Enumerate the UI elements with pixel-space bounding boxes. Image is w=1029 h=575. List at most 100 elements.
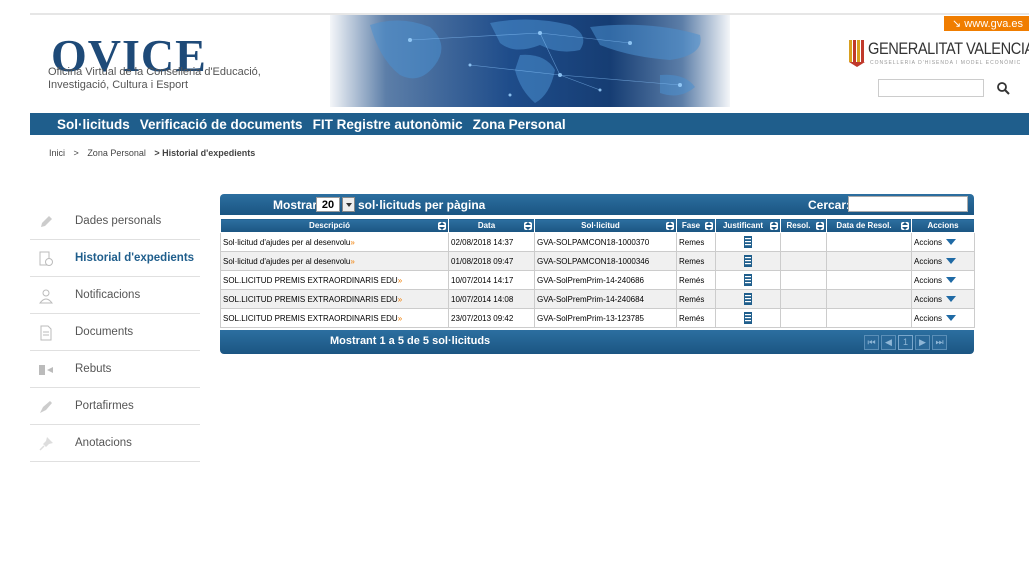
pin-icon: [39, 437, 53, 451]
sort-icon[interactable]: [666, 222, 674, 230]
accions-button[interactable]: Accions: [914, 276, 942, 285]
cell-accions[interactable]: Accions: [911, 232, 975, 252]
cell-justificant[interactable]: [715, 289, 781, 309]
more-icon[interactable]: »: [398, 314, 402, 323]
generalitat-name: GENERALITAT VALENCIANA: [868, 39, 1029, 58]
breadcrumb-zone[interactable]: Zona Personal: [87, 148, 146, 158]
cell-justificant[interactable]: [715, 232, 781, 252]
sort-icon[interactable]: [901, 222, 909, 230]
accions-button[interactable]: Accions: [914, 314, 942, 323]
sidebar-item-label: Rebuts: [75, 363, 112, 375]
table-footer: Mostrant 1 a 5 de 5 sol·licituds ⏮ ◀ 1 ▶…: [220, 330, 974, 354]
accions-button[interactable]: Accions: [914, 238, 942, 247]
document-download-icon[interactable]: [743, 255, 753, 267]
caret-down-icon[interactable]: [946, 258, 957, 265]
previous-page-button[interactable]: ◀: [881, 335, 896, 350]
receipt-icon: [39, 365, 53, 375]
sidebar: Dades personals Historial d'expedients N…: [30, 203, 200, 462]
nav-item-sollicituds[interactable]: Sol·licituds: [57, 117, 130, 132]
table-row[interactable]: SOL.LICITUD PREMIS EXTRAORDINARIS EDU» 23…: [220, 308, 975, 328]
cell-descripcio[interactable]: SOL.LICITUD PREMIS EXTRAORDINARIS EDU»: [220, 270, 449, 290]
sort-icon[interactable]: [438, 222, 446, 230]
cell-accions[interactable]: Accions: [911, 289, 975, 309]
cell-resol: [780, 232, 827, 252]
sidebar-item-rebuts[interactable]: Rebuts: [30, 351, 200, 388]
cell-accions[interactable]: Accions: [911, 308, 975, 328]
gva-link[interactable]: ↘ www.gva.es: [944, 16, 1029, 31]
search-icon[interactable]: [995, 80, 1011, 96]
table-row[interactable]: SOL.LICITUD PREMIS EXTRAORDINARIS EDU» 10…: [220, 289, 975, 309]
page-1-button[interactable]: 1: [898, 335, 913, 350]
sidebar-item-documents[interactable]: Documents: [30, 314, 200, 351]
caret-down-icon[interactable]: [946, 296, 957, 303]
cell-fase: Remés: [676, 308, 716, 328]
cell-descripcio[interactable]: SOL.LICITUD PREMIS EXTRAORDINARIS EDU»: [220, 289, 449, 309]
description-text: SOL.LICITUD PREMIS EXTRAORDINARIS EDU: [223, 275, 398, 285]
column-label: Accions: [927, 221, 959, 230]
nav-item-fit-registre[interactable]: FIT Registre autonòmic: [313, 117, 463, 132]
cell-accions[interactable]: Accions: [911, 270, 975, 290]
nav-item-verificacio[interactable]: Verificació de documents: [140, 117, 303, 132]
column-header-descripcio[interactable]: Descripció: [220, 218, 449, 233]
caret-down-icon[interactable]: [946, 315, 957, 322]
table-info: Mostrant 1 a 5 de 5 sol·licituds: [330, 335, 491, 347]
cell-data: 10/07/2014 14:17: [448, 270, 535, 290]
column-header-data[interactable]: Data: [448, 218, 535, 233]
sidebar-item-historial[interactable]: Historial d'expedients: [30, 240, 200, 277]
cell-justificant[interactable]: [715, 251, 781, 271]
document-icon: [40, 325, 52, 341]
caret-down-icon[interactable]: [946, 277, 957, 284]
document-download-icon[interactable]: [743, 236, 753, 248]
cell-descripcio[interactable]: SOL.LICITUD PREMIS EXTRAORDINARIS EDU»: [220, 308, 449, 328]
header-search-input[interactable]: [878, 79, 984, 97]
document-download-icon[interactable]: [743, 274, 753, 286]
sort-icon[interactable]: [705, 222, 713, 230]
caret-down-icon[interactable]: [946, 239, 957, 246]
column-header-justificant[interactable]: Justificant: [715, 218, 781, 233]
generalitat-logo[interactable]: GENERALITAT VALENCIANA CONSELLERIA D'HIS…: [848, 38, 1029, 72]
sort-icon[interactable]: [770, 222, 778, 230]
requests-table-panel: Mostrar 20 sol·licituds per pàgina Cerca…: [220, 194, 975, 357]
column-label: Justificant: [722, 221, 763, 230]
column-header-resol[interactable]: Resol.: [780, 218, 827, 233]
cell-descripcio[interactable]: Sol·licitud d'ajudes per al desenvolu»: [220, 232, 449, 252]
sort-desc-icon[interactable]: [524, 222, 532, 230]
document-download-icon[interactable]: [743, 293, 753, 305]
table-row[interactable]: SOL.LICITUD PREMIS EXTRAORDINARIS EDU» 10…: [220, 270, 975, 290]
more-icon[interactable]: »: [350, 257, 354, 266]
next-page-button[interactable]: ▶: [915, 335, 930, 350]
cell-sollicitud: GVA-SOLPAMCON18-1000346: [534, 251, 677, 271]
sidebar-item-dades-personals[interactable]: Dades personals: [30, 203, 200, 240]
cell-justificant[interactable]: [715, 270, 781, 290]
cell-data-resol: [826, 308, 912, 328]
accions-button[interactable]: Accions: [914, 257, 942, 266]
sidebar-item-anotacions[interactable]: Anotacions: [30, 425, 200, 462]
description-text: Sol·licitud d'ajudes per al desenvolu: [223, 256, 351, 266]
cell-sollicitud: GVA-SolPremPrim-14-240686: [534, 270, 677, 290]
page-length-select[interactable]: 20: [316, 197, 340, 212]
more-icon[interactable]: »: [398, 295, 402, 304]
table-row[interactable]: Sol·licitud d'ajudes per al desenvolu» 02…: [220, 232, 975, 252]
cell-justificant[interactable]: [715, 308, 781, 328]
cell-fase: Remés: [676, 289, 716, 309]
cell-accions[interactable]: Accions: [911, 251, 975, 271]
column-header-data-resol[interactable]: Data de Resol.: [826, 218, 912, 233]
table-row[interactable]: Sol·licitud d'ajudes per al desenvolu» 01…: [220, 251, 975, 271]
sort-icon[interactable]: [816, 222, 824, 230]
accions-button[interactable]: Accions: [914, 295, 942, 304]
nav-item-zona-personal[interactable]: Zona Personal: [473, 117, 566, 132]
document-download-icon[interactable]: [743, 312, 753, 324]
last-page-button[interactable]: ⏭: [932, 335, 947, 350]
column-header-sollicitud[interactable]: Sol·licitud: [534, 218, 677, 233]
breadcrumb-home[interactable]: Inici: [49, 148, 65, 158]
table-search-input[interactable]: [848, 196, 968, 212]
cell-descripcio[interactable]: Sol·licitud d'ajudes per al desenvolu»: [220, 251, 449, 271]
first-page-button[interactable]: ⏮: [864, 335, 879, 350]
more-icon[interactable]: »: [350, 238, 354, 247]
more-icon[interactable]: »: [398, 276, 402, 285]
chevron-down-icon[interactable]: [342, 197, 355, 212]
sidebar-item-portafirmes[interactable]: Portafirmes: [30, 388, 200, 425]
column-header-fase[interactable]: Fase: [676, 218, 716, 233]
sidebar-item-notificacions[interactable]: Notificacions: [30, 277, 200, 314]
description-text: SOL.LICITUD PREMIS EXTRAORDINARIS EDU: [223, 313, 398, 323]
